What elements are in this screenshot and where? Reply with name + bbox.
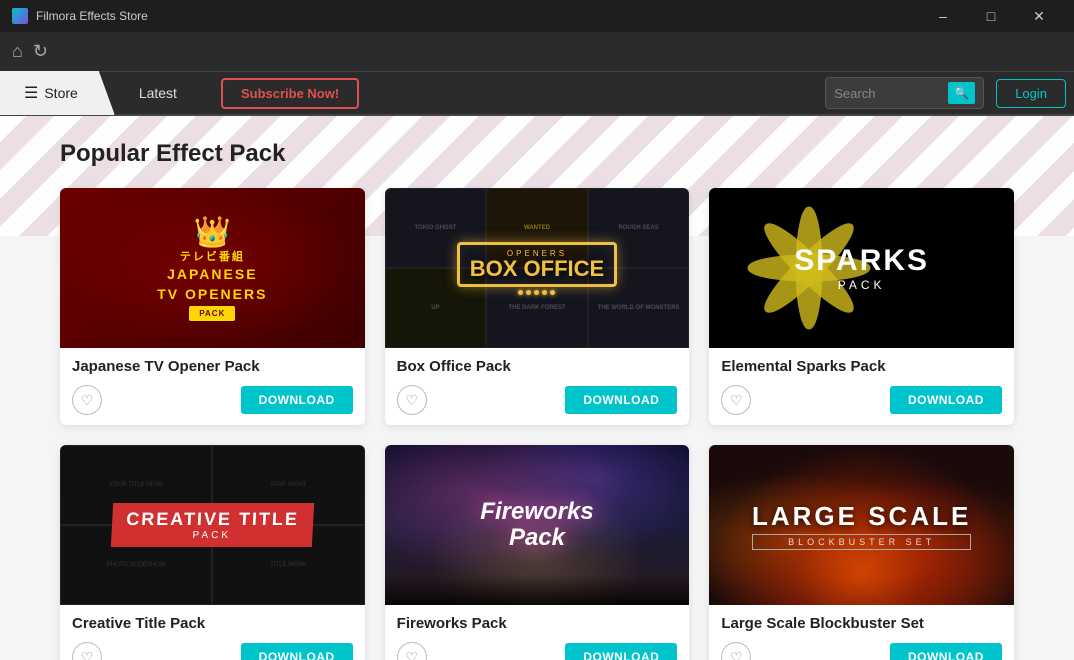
- latest-tab[interactable]: Latest: [115, 85, 201, 101]
- card-fireworks: FireworksPack Fireworks Pack ♡ DOWNLOAD: [385, 445, 690, 660]
- card-info-japanese: Japanese TV Opener Pack ♡ DOWNLOAD: [60, 348, 365, 425]
- latest-tab-label: Latest: [139, 85, 177, 101]
- download-button-fireworks[interactable]: DOWNLOAD: [565, 643, 677, 660]
- card-actions-boxoffice: ♡ DOWNLOAD: [397, 385, 678, 415]
- home-icon[interactable]: ⌂: [12, 41, 23, 62]
- card-info-largescale: Large Scale Blockbuster Set ♡ DOWNLOAD: [709, 605, 1014, 660]
- creative-box: CREATIVE TITLE PACK: [111, 503, 314, 547]
- download-button-japanese[interactable]: DOWNLOAD: [241, 386, 353, 414]
- card-info-boxoffice: Box Office Pack ♡ DOWNLOAD: [385, 348, 690, 425]
- heart-button-largescale[interactable]: ♡: [721, 642, 751, 660]
- card-title-creative: Creative Title Pack: [72, 615, 353, 632]
- boxoffice-main: openers BOX OFFICE: [457, 242, 617, 295]
- card-title-fireworks: Fireworks Pack: [397, 615, 678, 632]
- heart-button-japanese[interactable]: ♡: [72, 385, 102, 415]
- boxoffice-dots: [457, 290, 617, 295]
- largescale-text: LARGE SCALE BLOCKBUSTER SET: [752, 501, 971, 550]
- store-tab-icon: ☰: [24, 83, 38, 103]
- thumb-fireworks: FireworksPack: [385, 445, 690, 605]
- app-icon: [12, 8, 28, 24]
- login-button[interactable]: Login: [996, 79, 1066, 108]
- thumb-japanese: 👑 テレビ番組 JAPANESETV OPENERS PACK: [60, 188, 365, 348]
- thumb-largescale: LARGE SCALE BLOCKBUSTER SET: [709, 445, 1014, 605]
- thumb-creative: YOUR TITLE HERE STAR NIGHT PHOTO SLIDESH…: [60, 445, 365, 605]
- title-bar: Filmora Effects Store – □ ✕: [0, 0, 1074, 32]
- creative-inner: CREATIVE TITLE PACK: [112, 503, 313, 547]
- card-info-fireworks: Fireworks Pack ♡ DOWNLOAD: [385, 605, 690, 660]
- dot-1: [518, 290, 523, 295]
- card-actions-largescale: ♡ DOWNLOAD: [721, 642, 1002, 660]
- minimize-button[interactable]: –: [920, 0, 966, 32]
- crown-icon: 👑: [157, 215, 267, 250]
- card-title-japanese: Japanese TV Opener Pack: [72, 358, 353, 375]
- japanese-badge: PACK: [189, 306, 235, 321]
- toolbar: ⌂ ↻: [0, 32, 1074, 72]
- sparks-big: SPARKS: [794, 244, 929, 278]
- title-bar-controls: – □ ✕: [920, 0, 1062, 32]
- subscribe-button[interactable]: Subscribe Now!: [221, 78, 359, 109]
- maximize-button[interactable]: □: [968, 0, 1014, 32]
- app-title: Filmora Effects Store: [36, 9, 148, 23]
- largescale-big: LARGE SCALE: [752, 501, 971, 532]
- card-creative: YOUR TITLE HERE STAR NIGHT PHOTO SLIDESH…: [60, 445, 365, 660]
- download-button-sparks[interactable]: DOWNLOAD: [890, 386, 1002, 414]
- card-actions-japanese: ♡ DOWNLOAD: [72, 385, 353, 415]
- store-tab-label: Store: [44, 85, 77, 101]
- nav-bar: ☰ Store Latest Subscribe Now! 🔍 Login: [0, 72, 1074, 116]
- japanese-big: JAPANESETV OPENERS: [157, 265, 267, 304]
- search-button[interactable]: 🔍: [948, 82, 975, 104]
- dot-5: [550, 290, 555, 295]
- fireworks-text: FireworksPack: [480, 499, 593, 552]
- card-actions-fireworks: ♡ DOWNLOAD: [397, 642, 678, 660]
- heart-button-creative[interactable]: ♡: [72, 642, 102, 660]
- heart-button-fireworks[interactable]: ♡: [397, 642, 427, 660]
- close-button[interactable]: ✕: [1016, 0, 1062, 32]
- main-content: Popular Effect Pack 👑 テレビ番組 JAPANESETV O…: [0, 116, 1074, 660]
- download-button-creative[interactable]: DOWNLOAD: [241, 643, 353, 660]
- thumb-japanese-inner: 👑 テレビ番組 JAPANESETV OPENERS PACK: [157, 215, 267, 322]
- card-sparks: SPARKS PACK Elemental Sparks Pack ♡ DOWN…: [709, 188, 1014, 425]
- heart-button-boxoffice[interactable]: ♡: [397, 385, 427, 415]
- card-largescale: LARGE SCALE BLOCKBUSTER SET Large Scale …: [709, 445, 1014, 660]
- card-japanese: 👑 テレビ番組 JAPANESETV OPENERS PACK Japanese…: [60, 188, 365, 425]
- card-info-sparks: Elemental Sparks Pack ♡ DOWNLOAD: [709, 348, 1014, 425]
- section-title: Popular Effect Pack: [60, 140, 1014, 168]
- card-boxoffice: TOKIO GHOST WANTED ROUGH SEAS UP The Dar…: [385, 188, 690, 425]
- card-title-largescale: Large Scale Blockbuster Set: [721, 615, 1002, 632]
- download-button-boxoffice[interactable]: DOWNLOAD: [565, 386, 677, 414]
- boxoffice-border: openers BOX OFFICE: [457, 242, 617, 287]
- creative-sub: PACK: [125, 530, 298, 541]
- download-button-largescale[interactable]: DOWNLOAD: [890, 643, 1002, 660]
- card-title-sparks: Elemental Sparks Pack: [721, 358, 1002, 375]
- heart-button-sparks[interactable]: ♡: [721, 385, 751, 415]
- title-bar-left: Filmora Effects Store: [12, 8, 148, 24]
- dot-3: [534, 290, 539, 295]
- content-inner: Popular Effect Pack 👑 テレビ番組 JAPANESETV O…: [0, 116, 1074, 660]
- search-input[interactable]: [834, 86, 944, 101]
- card-actions-creative: ♡ DOWNLOAD: [72, 642, 353, 660]
- dot-2: [526, 290, 531, 295]
- cards-grid: 👑 テレビ番組 JAPANESETV OPENERS PACK Japanese…: [60, 188, 1014, 660]
- search-bar: 🔍: [825, 77, 984, 109]
- dot-4: [542, 290, 547, 295]
- thumb-boxoffice: TOKIO GHOST WANTED ROUGH SEAS UP The Dar…: [385, 188, 690, 348]
- fireworks-skyline: [385, 575, 690, 605]
- japanese-text: テレビ番組 JAPANESETV OPENERS PACK: [157, 250, 267, 322]
- sparks-text: SPARKS PACK: [794, 244, 929, 292]
- thumb-sparks: SPARKS PACK: [709, 188, 1014, 348]
- store-tab[interactable]: ☰ Store: [0, 71, 115, 115]
- card-title-boxoffice: Box Office Pack: [397, 358, 678, 375]
- creative-big: CREATIVE TITLE: [126, 509, 300, 530]
- largescale-sub: BLOCKBUSTER SET: [752, 534, 971, 550]
- refresh-icon[interactable]: ↻: [33, 41, 48, 62]
- sparks-sub: PACK: [794, 278, 929, 292]
- card-info-creative: Creative Title Pack ♡ DOWNLOAD: [60, 605, 365, 660]
- boxoffice-title: BOX OFFICE: [470, 258, 604, 280]
- card-actions-sparks: ♡ DOWNLOAD: [721, 385, 1002, 415]
